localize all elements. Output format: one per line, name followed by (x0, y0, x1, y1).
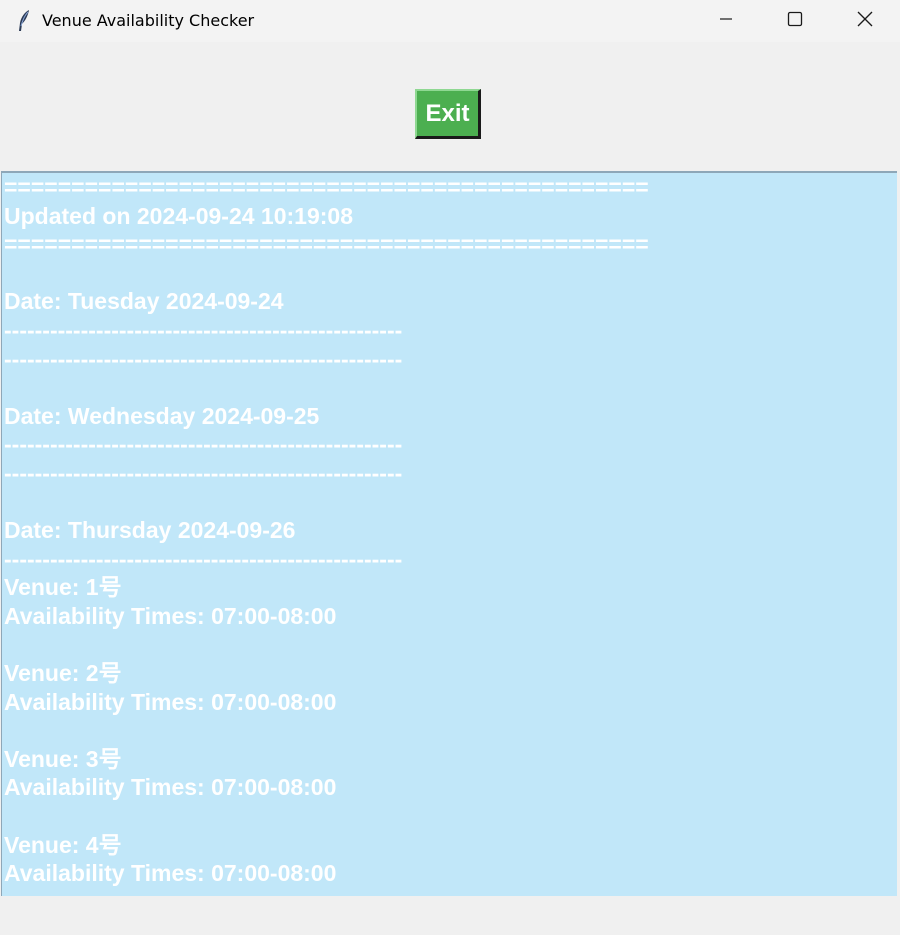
exit-button[interactable]: Exit (415, 89, 481, 139)
output-text-area[interactable]: ========================================… (1, 171, 897, 896)
output-lines: ========================================… (4, 173, 649, 888)
window-title: Venue Availability Checker (42, 11, 255, 30)
output-line: ========================================… (4, 174, 649, 200)
output-line: Availability Times: 07:00-08:00 (4, 860, 337, 887)
maximize-icon (787, 11, 803, 31)
output-line: Date: Tuesday 2024-09-24 (4, 288, 284, 315)
output-line: ----------------------------------------… (4, 459, 403, 486)
output-line: ----------------------------------------… (4, 431, 403, 458)
output-line: Availability Times: 07:00-08:00 (4, 774, 337, 801)
output-line: Availability Times: 07:00-08:00 (4, 688, 337, 715)
close-button[interactable] (833, 0, 897, 42)
output-line: Venue: 2号 (4, 660, 122, 687)
output-line: ----------------------------------------… (4, 316, 403, 343)
maximize-button[interactable] (763, 0, 827, 42)
toolbar: Exit (0, 42, 900, 171)
close-icon (856, 10, 874, 32)
output-line: Venue: 3号 (4, 745, 122, 772)
feather-icon (16, 9, 32, 33)
minimize-icon (718, 11, 734, 31)
title-bar[interactable]: Venue Availability Checker (0, 0, 900, 42)
bottom-bar (0, 896, 900, 935)
output-line: Date: Wednesday 2024-09-25 (4, 402, 320, 429)
output-line: ----------------------------------------… (4, 345, 403, 372)
output-line: ========================================… (4, 231, 649, 258)
output-line: ----------------------------------------… (4, 545, 403, 572)
output-line: Date: Thursday 2024-09-26 (4, 517, 296, 544)
output-line: Venue: 1号 (4, 574, 122, 601)
output-line: Updated on 2024-09-24 10:19:08 (4, 202, 353, 229)
minimize-button[interactable] (694, 0, 758, 42)
app-window: Venue Availability Checker Exit ========… (0, 0, 900, 935)
output-line: Availability Times: 07:00-08:00 (4, 602, 337, 629)
output-line: Venue: 4号 (4, 831, 122, 858)
